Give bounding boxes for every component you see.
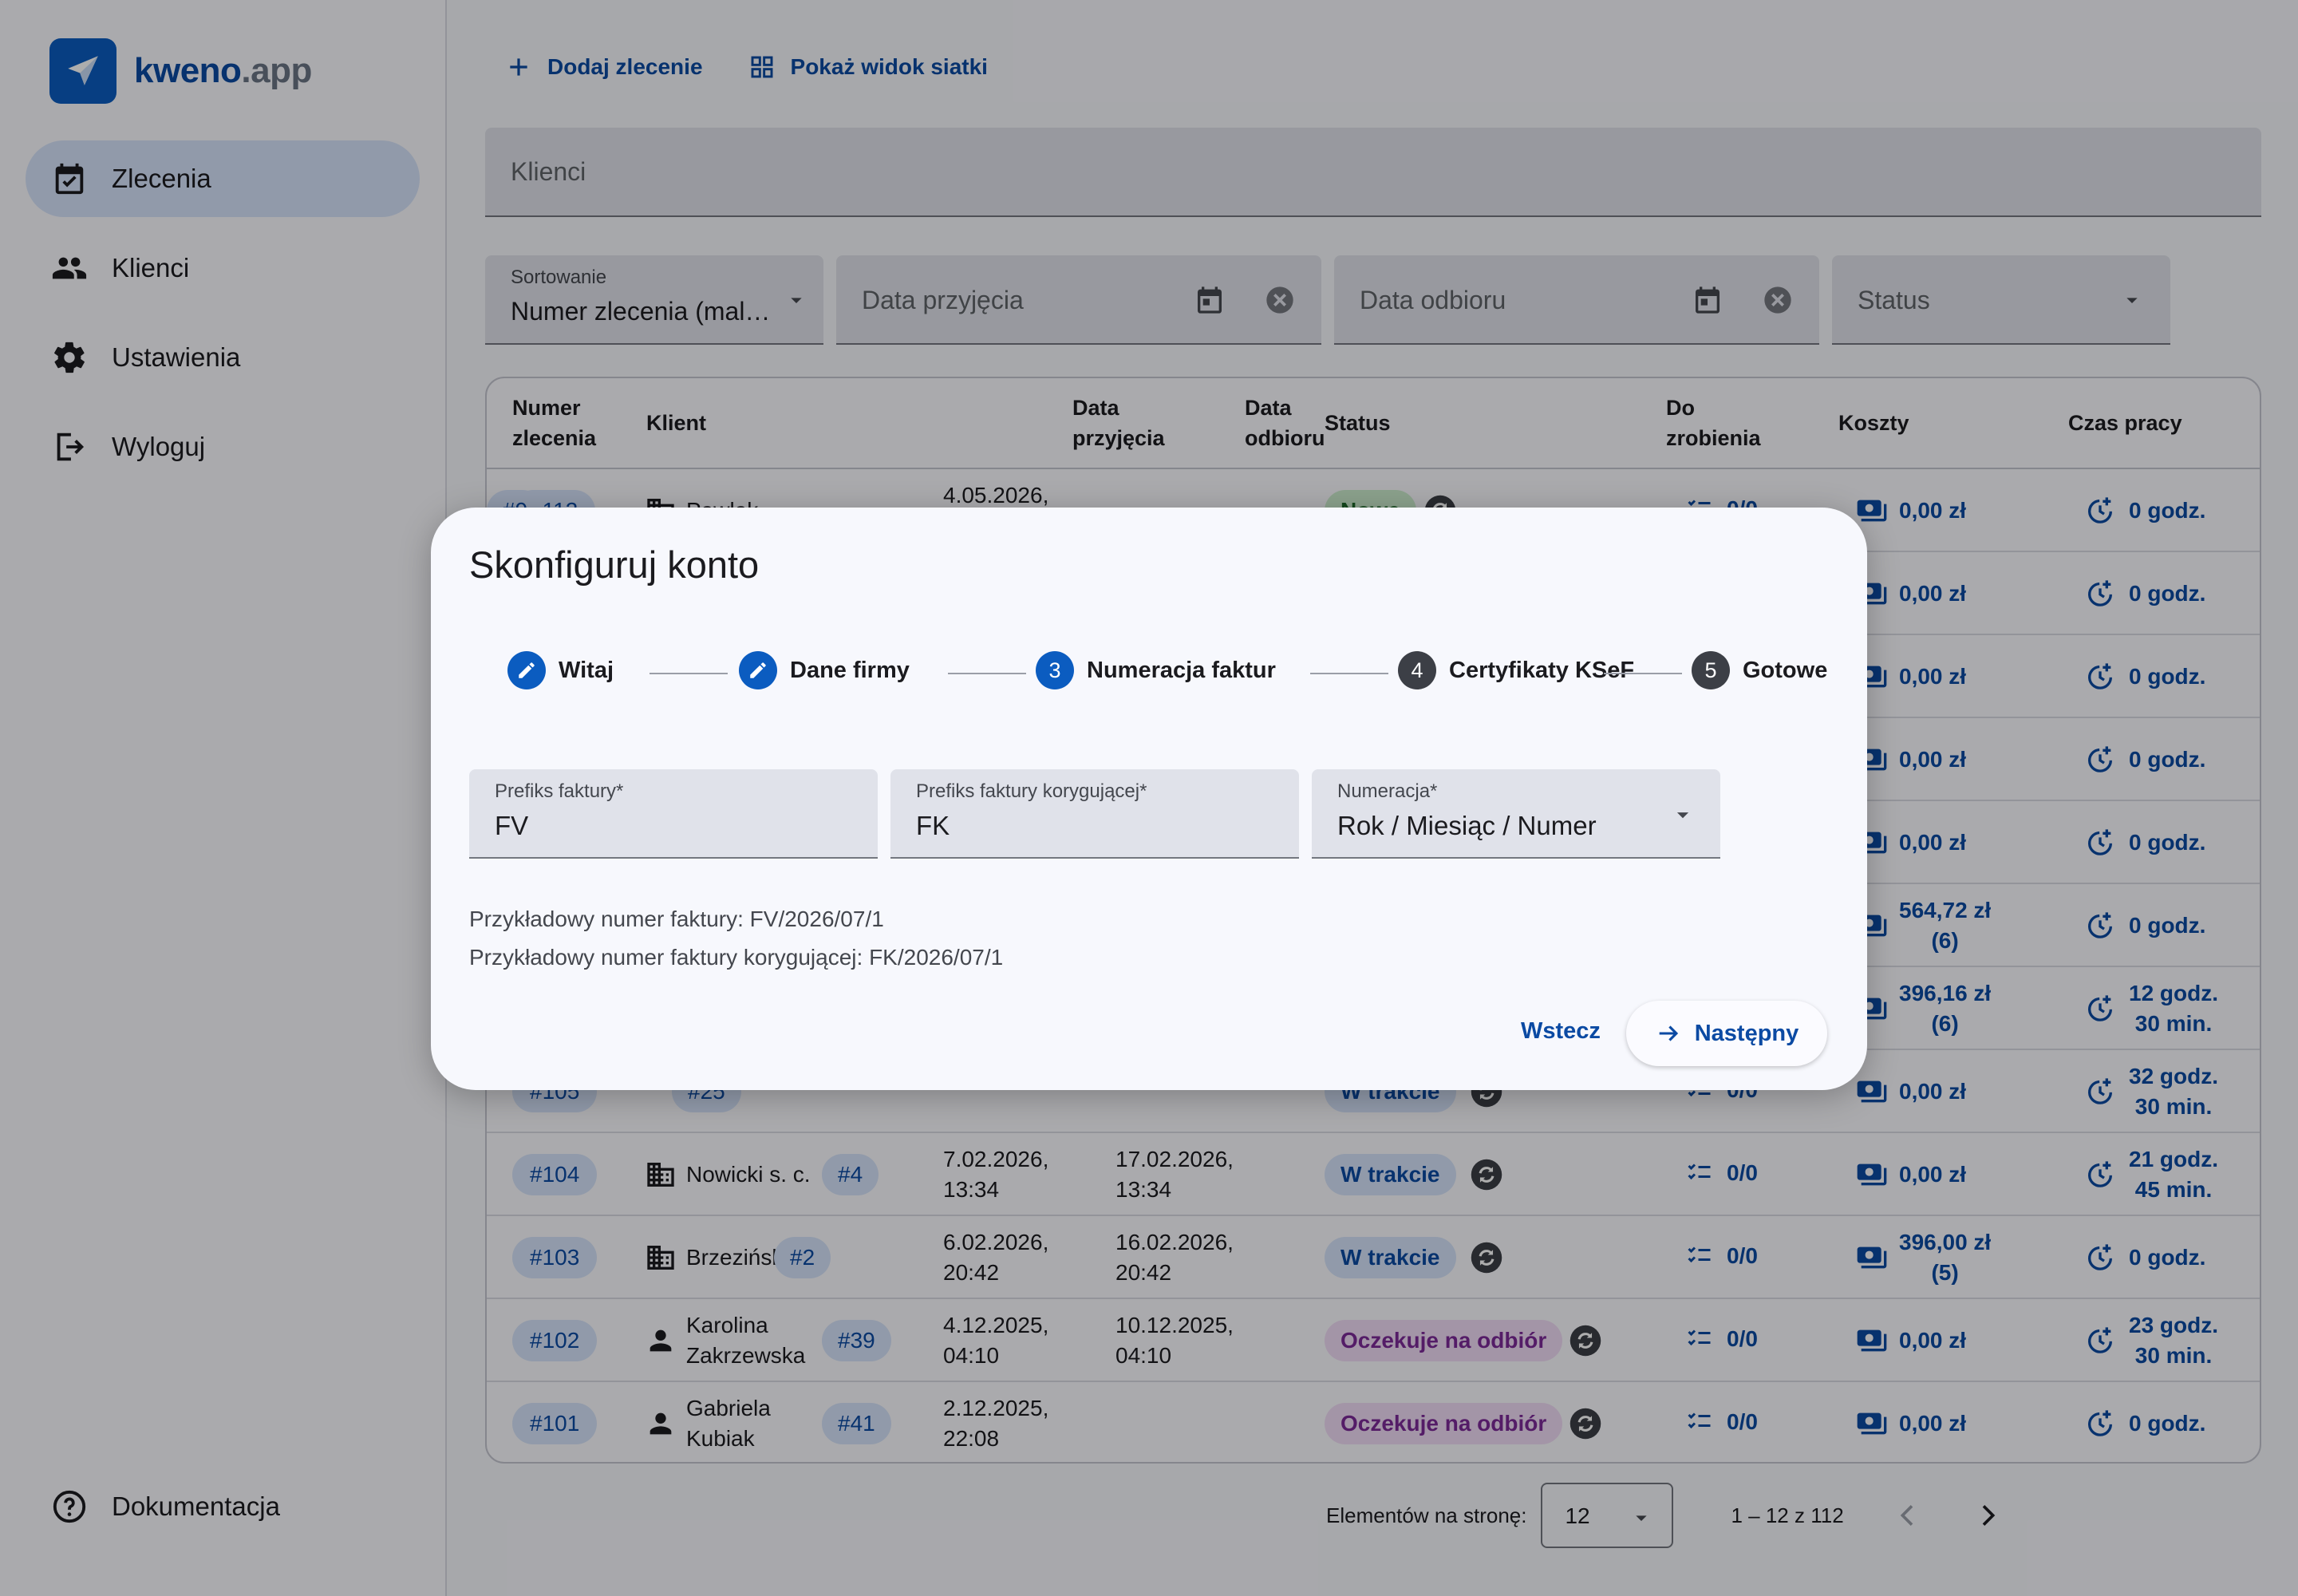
- field-value: FK: [916, 811, 950, 840]
- step-label: Witaj: [559, 657, 614, 683]
- field-value: FV: [495, 811, 529, 840]
- pencil-icon: [739, 651, 777, 689]
- step-invoice-numbering[interactable]: 3 Numeracja faktur: [1036, 651, 1276, 689]
- chevron-down-icon: [1676, 812, 1689, 819]
- correction-prefix-field[interactable]: Prefiks faktury korygującej* FK: [890, 769, 1299, 859]
- stepper: Witaj Dane firmy 3 Numeracja faktur 4 Ce…: [507, 651, 1832, 696]
- step-ksef-certs[interactable]: 4 Certyfikaty KSeF: [1398, 651, 1634, 689]
- step-marker: 4: [1398, 651, 1436, 689]
- pencil-icon: [507, 651, 546, 689]
- field-value: Rok / Miesiąc / Numer: [1337, 811, 1597, 840]
- step-label: Gotowe: [1743, 657, 1828, 683]
- next-button[interactable]: Następny: [1626, 1001, 1827, 1066]
- step-connector: [1604, 673, 1682, 674]
- step-label: Dane firmy: [790, 657, 910, 683]
- arrow-right-icon: [1659, 1025, 1678, 1041]
- step-connector: [948, 673, 1026, 674]
- step-label: Numeracja faktur: [1087, 657, 1276, 683]
- next-label: Następny: [1694, 1020, 1799, 1046]
- setup-dialog: Skonfiguruj konto Witaj Dane firmy 3 Num…: [431, 508, 1867, 1090]
- invoice-prefix-field[interactable]: Prefiks faktury* FV: [469, 769, 878, 859]
- field-label: Numeracja*: [1337, 780, 1438, 802]
- field-label: Prefiks faktury*: [495, 780, 624, 802]
- step-marker: 5: [1692, 651, 1730, 689]
- field-label: Prefiks faktury korygującej*: [916, 780, 1147, 802]
- example-correction-number: Przykładowy numer faktury korygującej: F…: [469, 945, 1004, 970]
- numbering-select[interactable]: Numeracja* Rok / Miesiąc / Numer: [1312, 769, 1720, 859]
- back-button[interactable]: Wstecz: [1521, 1018, 1601, 1045]
- step-done[interactable]: 5 Gotowe: [1692, 651, 1827, 689]
- step-connector: [1310, 673, 1388, 674]
- step-label: Certyfikaty KSeF: [1449, 657, 1635, 683]
- step-connector: [650, 673, 728, 674]
- example-invoice-number: Przykładowy numer faktury: FV/2026/07/1: [469, 907, 884, 931]
- step-welcome[interactable]: Witaj: [507, 651, 614, 689]
- step-marker: 3: [1036, 651, 1074, 689]
- step-company[interactable]: Dane firmy: [739, 651, 910, 689]
- dialog-title: Skonfiguruj konto: [469, 543, 760, 586]
